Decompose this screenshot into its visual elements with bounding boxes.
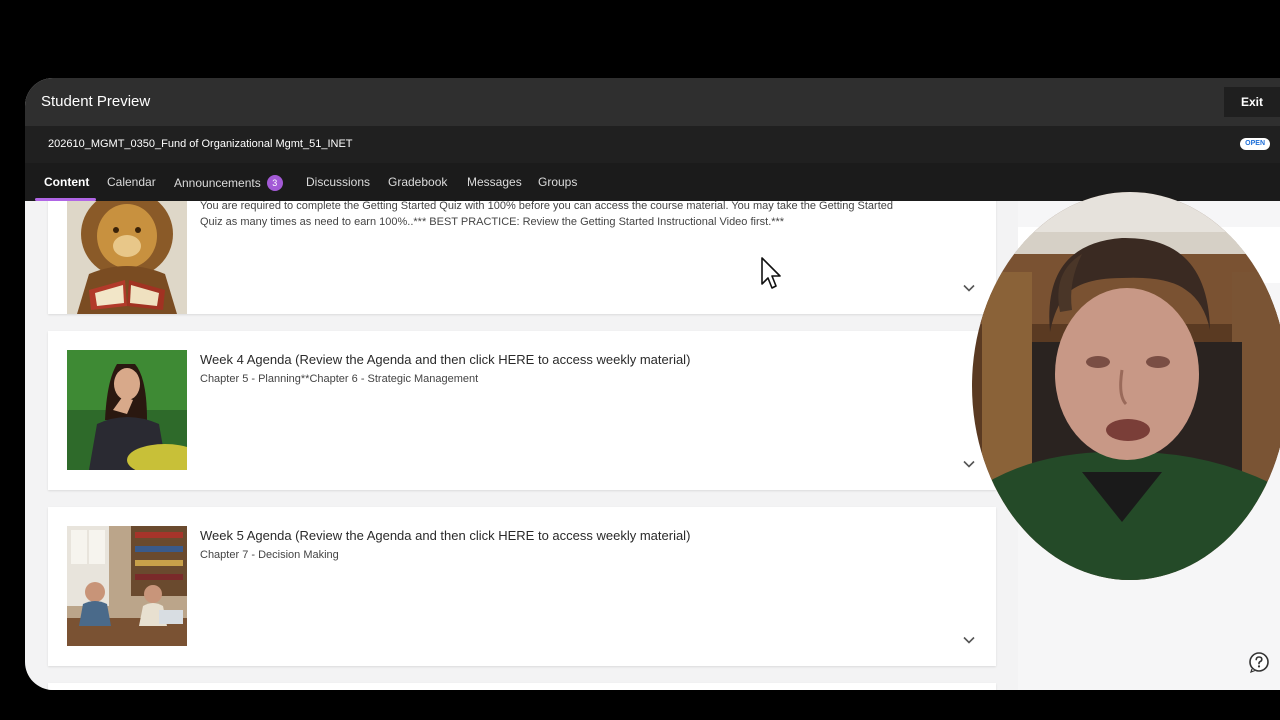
card-title[interactable]: Week 5 Agenda (Review the Agenda and the… [200,528,690,543]
tab-announcements-label: Announcements [174,176,261,190]
chevron-down-icon[interactable] [962,457,976,471]
mouse-pointer-icon [761,257,781,289]
lion-reading-book-image [67,201,187,314]
tab-groups[interactable]: Groups [538,175,577,189]
card-title[interactable]: Week 4 Agenda (Review the Agenda and the… [200,352,690,367]
card-description-line-1: You are required to complete the Getting… [200,201,893,212]
tab-discussions[interactable]: Discussions [306,175,370,189]
exit-button[interactable]: Exit [1224,87,1280,117]
card-description: You are required to complete the Getting… [200,201,960,230]
content-item-week-5[interactable]: Week 5 Agenda (Review the Agenda and the… [48,507,996,666]
preview-title: Student Preview [41,93,151,110]
announcements-count-badge: 3 [266,175,283,191]
chevron-down-icon[interactable] [962,281,976,295]
office-meeting-image [67,526,187,646]
woman-thinking-image [67,350,187,470]
help-question-icon[interactable] [1248,651,1270,673]
course-nav: Content Calendar Announcements 3 Discussi… [25,163,1280,201]
course-title: 202610_MGMT_0350_Fund of Organizational … [48,138,353,150]
card-description: Chapter 5 - Planning**Chapter 6 - Strate… [200,373,479,385]
webcam-overlay [972,192,1280,580]
student-preview-bar: Student Preview Exit [25,78,1280,126]
status-badge: OPEN [1240,138,1270,150]
content-item-week-4[interactable]: Week 4 Agenda (Review the Agenda and the… [48,331,996,490]
tab-calendar[interactable]: Calendar [107,175,156,189]
tab-messages[interactable]: Messages [467,175,522,189]
chevron-down-icon[interactable] [962,633,976,647]
tab-content[interactable]: Content [44,175,89,189]
card-description: Chapter 7 - Decision Making [200,549,339,561]
tab-announcements[interactable]: Announcements 3 [174,175,283,191]
content-item-next[interactable] [48,683,996,690]
content-item-getting-started[interactable]: You are required to complete the Getting… [48,201,996,314]
card-description-line-2: Quiz as many times as need to earn 100%.… [200,216,785,228]
tab-gradebook[interactable]: Gradebook [388,175,447,189]
course-header: 202610_MGMT_0350_Fund of Organizational … [25,126,1280,163]
